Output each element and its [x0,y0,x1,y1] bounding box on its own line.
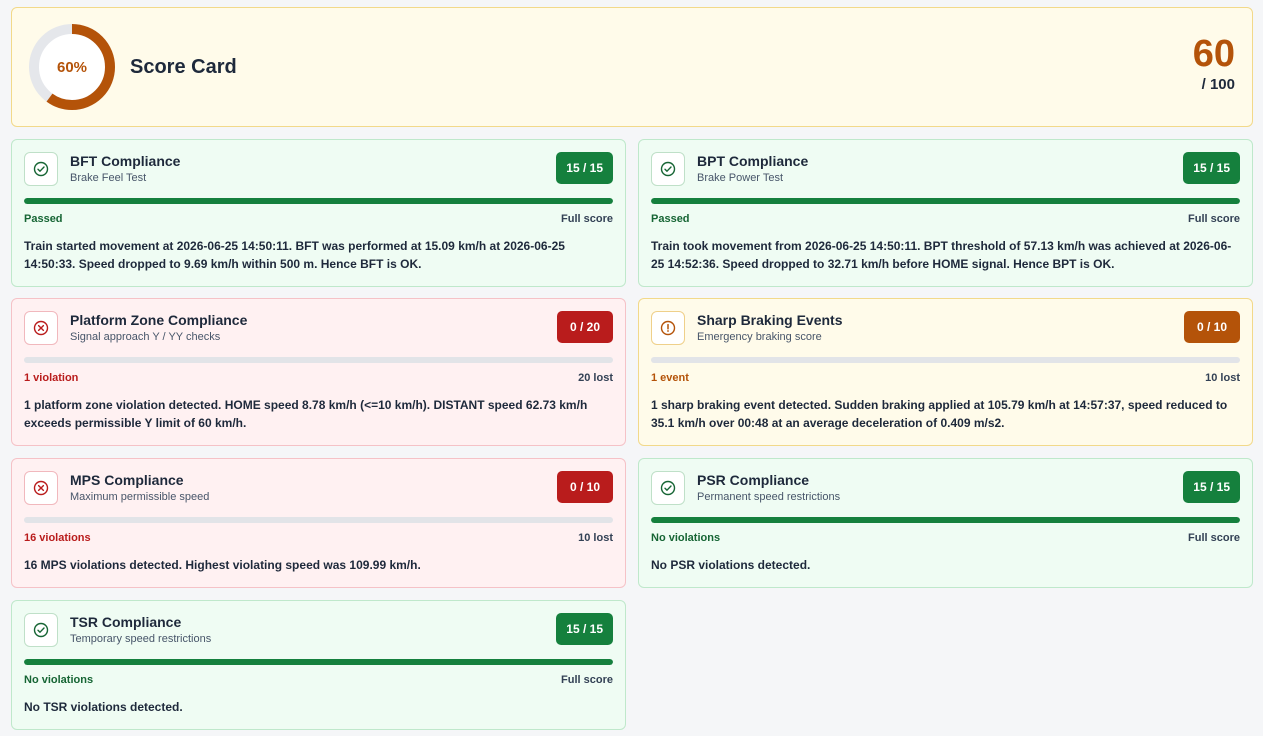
card-platform-zone-compliance: Platform Zone Compliance Signal approach… [11,298,626,446]
progress-bar [651,198,1240,204]
status-score: Full score [561,674,613,686]
status-score: Full score [1188,213,1240,225]
progress-bar [24,659,613,665]
check-circle-icon [24,613,58,647]
card-sharp-braking-events: Sharp Braking Events Emergency braking s… [638,298,1253,446]
score-badge: 0 / 10 [1184,311,1240,343]
status-text: 16 violations [24,532,91,544]
card-description: 1 sharp braking event detected. Sudden b… [651,398,1228,430]
card-description: Train started movement at 2026-06-25 14:… [24,239,565,271]
card-title: MPS Compliance [70,472,184,488]
score-badge: 15 / 15 [1183,471,1240,503]
card-description: 16 MPS violations detected. Highest viol… [24,558,421,572]
status-text: 1 event [651,372,689,384]
card-title: PSR Compliance [697,472,810,488]
score-card-header: 60% Score Card 60 / 100 [11,7,1253,127]
score-card-page: 60% Score Card 60 / 100 BFT Compliance B… [0,0,1263,736]
status-text: Passed [651,213,690,225]
status-text: No violations [24,674,94,686]
card-mps-compliance: MPS Compliance Maximum permissible speed… [11,458,626,588]
card-title: BFT Compliance [70,153,181,169]
card-title: TSR Compliance [70,614,182,630]
score-badge: 15 / 15 [1183,152,1240,184]
card-subtitle: Emergency braking score [697,331,822,343]
check-circle-icon [24,152,58,186]
score-badge: 0 / 20 [557,311,613,343]
score-value: 60 [1192,33,1235,75]
card-subtitle: Permanent speed restrictions [697,491,841,503]
card-subtitle: Maximum permissible speed [70,491,210,503]
card-psr-compliance: PSR Compliance Permanent speed restricti… [638,458,1253,588]
status-text: 1 violation [24,372,79,384]
status-score: 10 lost [1205,372,1240,384]
status-score: 10 lost [578,532,613,544]
card-subtitle: Brake Feel Test [70,172,147,184]
progress-bar [651,357,1240,363]
status-score: 20 lost [578,372,613,384]
card-tsr-compliance: TSR Compliance Temporary speed restricti… [11,600,626,730]
status-text: Passed [24,213,63,225]
card-bft-compliance: BFT Compliance Brake Feel Test 15 / 15 P… [11,139,626,287]
check-circle-icon [651,471,685,505]
progress-bar [651,517,1240,523]
x-circle-icon [24,471,58,505]
score-badge: 15 / 15 [556,152,613,184]
score-badge: 0 / 10 [557,471,613,503]
score-percent-label: 60% [56,58,88,76]
exclamation-circle-icon [651,311,685,345]
progress-bar [24,357,613,363]
card-subtitle: Signal approach Y / YY checks [70,331,221,343]
card-description: Train took movement from 2026-06-25 14:5… [651,239,1232,271]
total-score: 60 / 100 [1193,34,1235,93]
score-progress-ring: 60% [28,23,116,111]
card-subtitle: Temporary speed restrictions [70,633,212,645]
status-score: Full score [561,213,613,225]
status-score: Full score [1188,532,1240,544]
score-badge: 15 / 15 [556,613,613,645]
card-description: 1 platform zone violation detected. HOME… [24,398,588,430]
card-description: No PSR violations detected. [651,558,811,572]
page-title: Score Card [130,55,237,78]
card-title: BPT Compliance [697,153,809,169]
card-description: No TSR violations detected. [24,700,183,714]
status-text: No violations [651,532,721,544]
card-subtitle: Brake Power Test [697,172,784,184]
progress-bar [24,198,613,204]
progress-bar [24,517,613,523]
score-total: / 100 [1201,76,1235,93]
card-title: Sharp Braking Events [697,312,843,328]
check-circle-icon [651,152,685,186]
x-circle-icon [24,311,58,345]
card-bpt-compliance: BPT Compliance Brake Power Test 15 / 15 … [638,139,1253,287]
card-title: Platform Zone Compliance [70,312,248,328]
